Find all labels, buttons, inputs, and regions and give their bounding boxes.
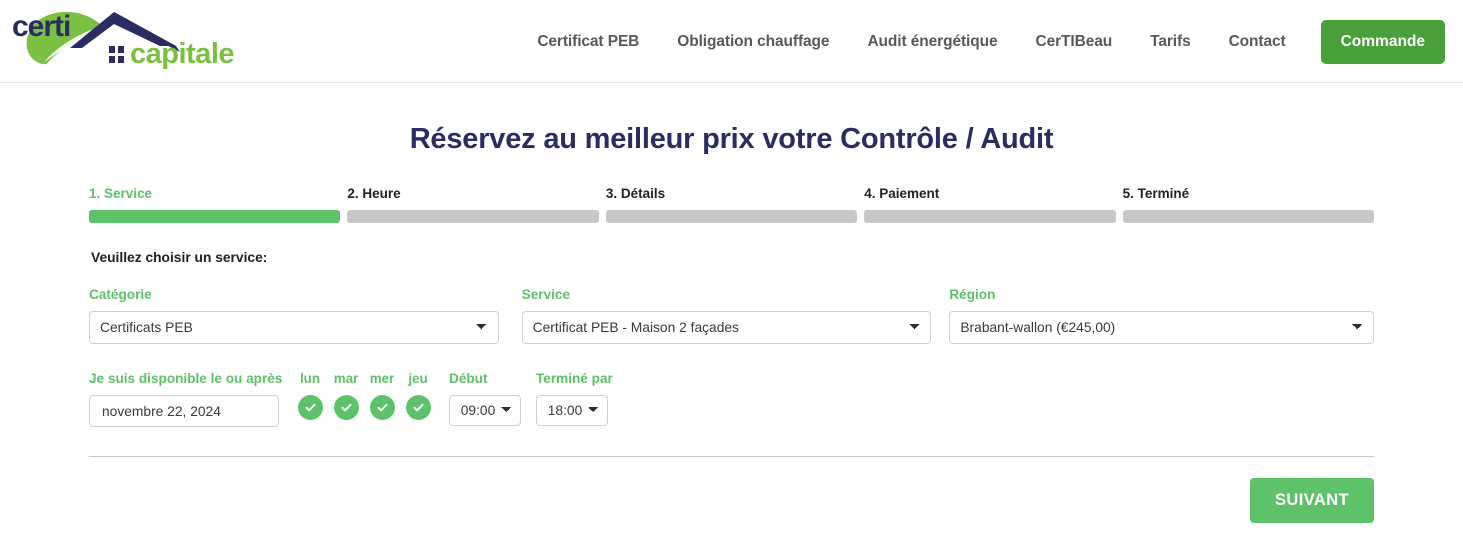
check-icon <box>413 403 423 412</box>
wizard-step-details[interactable]: 3. Détails <box>605 186 858 223</box>
nav-item-certibeau[interactable]: CerTIBeau <box>1017 33 1132 51</box>
commande-button[interactable]: Commande <box>1320 19 1445 64</box>
booking-wizard: 1. Service 2. Heure 3. Détails 4. Paieme… <box>89 156 1375 523</box>
weekday-toggle-mer[interactable] <box>369 395 395 420</box>
wizard-step-bar <box>1122 210 1375 223</box>
availability-label: Je suis disponible le ou après <box>89 371 283 386</box>
weekday-label: mar <box>333 371 359 386</box>
choose-service-instruction: Veuillez choisir un service: <box>91 250 268 265</box>
wizard-step-termine[interactable]: 5. Terminé <box>1122 186 1375 223</box>
region-select[interactable]: Brabant-wallon (€245,00) <box>949 311 1374 344</box>
service-label: Service <box>521 287 571 302</box>
end-time-label: Terminé par <box>536 371 613 386</box>
region-field: Région Brabant-wallon (€245,00) <box>949 287 1374 344</box>
page-body: Réservez au meilleur prix votre Contrôle… <box>0 123 1463 523</box>
wizard-step-paiement[interactable]: 4. Paiement <box>864 186 1116 223</box>
weekday-lun: lun <box>297 371 323 420</box>
category-field: Catégorie Certificats PEB <box>89 287 499 344</box>
weekday-label: lun <box>299 371 321 386</box>
site-header: certi capitale Certificat PEB Obligation… <box>0 0 1463 83</box>
wizard-step-label: 1. Service <box>89 186 153 201</box>
end-time-select[interactable]: 18:00 <box>536 395 608 426</box>
wizard-step-bar <box>89 210 341 223</box>
svg-text:capitale: capitale <box>130 38 234 70</box>
end-time-field: Terminé par 18:00 <box>536 371 613 426</box>
page-title: Réservez au meilleur prix votre Contrôle… <box>409 123 1054 155</box>
wizard-step-label: 4. Paiement <box>864 186 940 201</box>
category-select[interactable]: Certificats PEB <box>89 311 499 344</box>
start-time-field: Début 09:00 <box>449 371 521 426</box>
wizard-step-service[interactable]: 1. Service <box>89 186 341 223</box>
wizard-step-bar <box>864 210 1116 223</box>
main-navigation: Certificat PEB Obligation chauffage Audi… <box>518 0 1445 83</box>
nav-item-audit-energetique[interactable]: Audit énergétique <box>848 33 1016 51</box>
weekday-toggles: lun mar mer jeu <box>297 371 431 420</box>
wizard-step-bar <box>347 210 599 223</box>
check-icon <box>305 403 315 412</box>
region-label: Région <box>949 287 996 302</box>
weekday-mer: mer <box>369 371 395 420</box>
nav-item-obligation-chauffage[interactable]: Obligation chauffage <box>658 33 848 51</box>
weekday-label: mer <box>369 371 395 386</box>
wizard-actions: SUIVANT <box>89 457 1374 523</box>
nav-item-tarifs[interactable]: Tarifs <box>1131 33 1209 51</box>
wizard-steps: 1. Service 2. Heure 3. Détails 4. Paieme… <box>89 186 1375 223</box>
nav-item-certificat-peb[interactable]: Certificat PEB <box>518 33 658 51</box>
wizard-step-label: 5. Terminé <box>1122 186 1190 201</box>
next-button[interactable]: SUIVANT <box>1250 478 1374 523</box>
service-field: Service Certificat PEB - Maison 2 façade… <box>521 287 932 344</box>
wizard-step-bar <box>605 210 858 223</box>
weekday-jeu: jeu <box>405 371 431 420</box>
weekday-mar: mar <box>333 371 359 420</box>
start-time-label: Début <box>449 371 488 386</box>
site-logo[interactable]: certi capitale <box>8 2 258 82</box>
weekday-label: jeu <box>408 371 428 386</box>
service-select[interactable]: Certificat PEB - Maison 2 façades <box>521 311 932 344</box>
wizard-step-heure[interactable]: 2. Heure <box>347 186 599 223</box>
start-time-select[interactable]: 09:00 <box>449 395 521 426</box>
availability-date-input[interactable] <box>89 395 279 427</box>
check-icon <box>341 403 351 412</box>
check-icon <box>377 403 387 412</box>
wizard-step-label: 2. Heure <box>347 186 401 201</box>
weekday-toggle-jeu[interactable] <box>405 395 431 420</box>
weekday-toggle-lun[interactable] <box>297 395 323 420</box>
service-selection-row: Catégorie Certificats PEB Service Certif… <box>89 287 1374 344</box>
availability-date-field: Je suis disponible le ou après <box>89 371 283 427</box>
nav-item-contact[interactable]: Contact <box>1210 33 1305 51</box>
weekday-toggle-mar[interactable] <box>333 395 359 420</box>
wizard-step-label: 3. Détails <box>605 186 666 201</box>
svg-text:certi: certi <box>12 10 70 43</box>
availability-row: Je suis disponible le ou après lun mar <box>89 371 1374 427</box>
category-label: Catégorie <box>89 287 152 302</box>
logo-graphic: certi capitale <box>12 10 235 70</box>
